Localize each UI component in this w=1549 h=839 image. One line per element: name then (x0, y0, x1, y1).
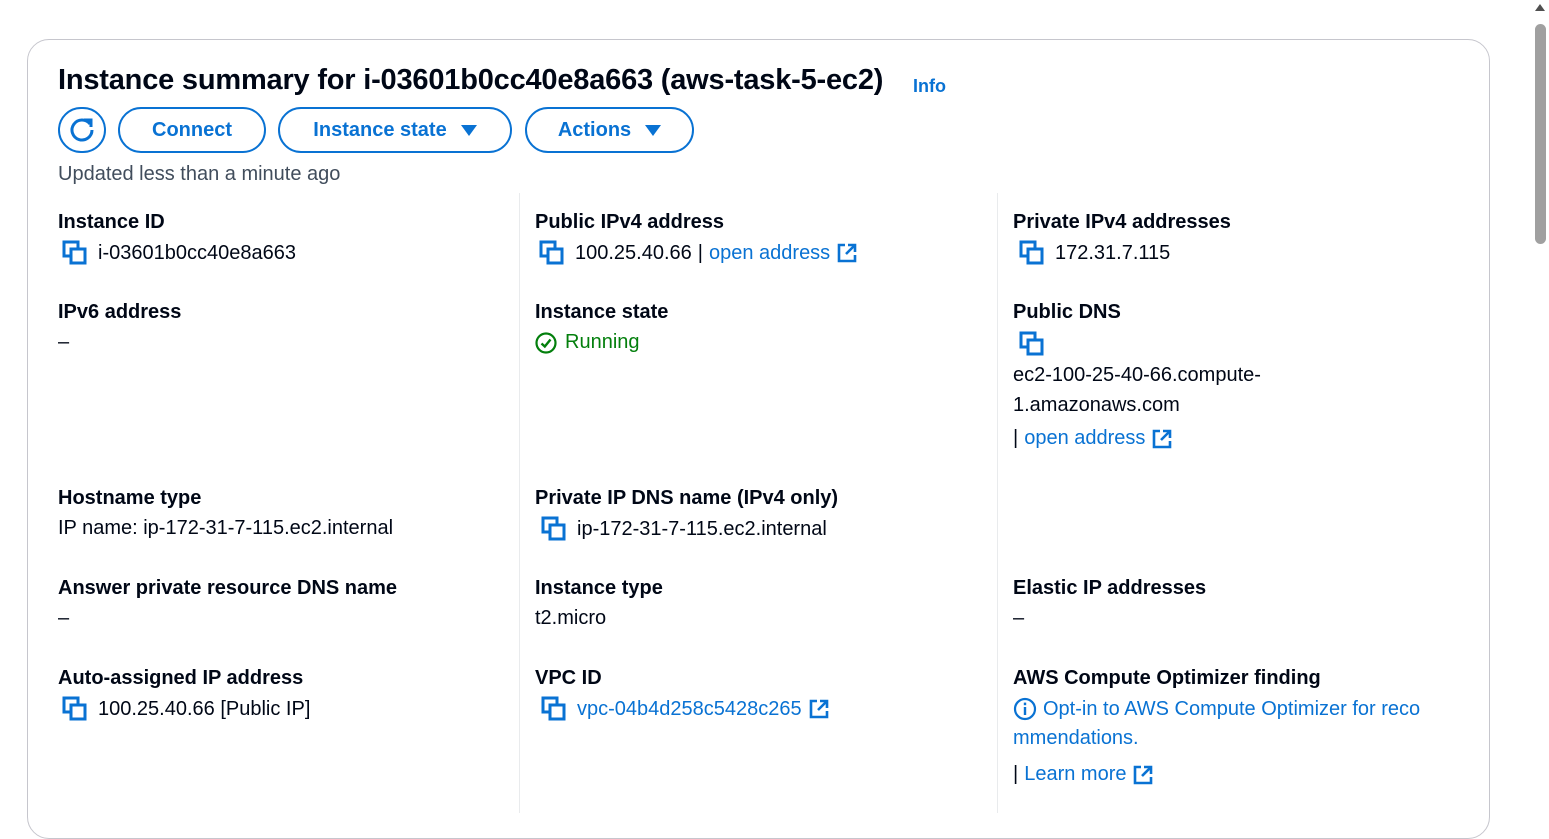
scrollbar[interactable] (1531, 0, 1549, 804)
info-link[interactable]: Info (913, 76, 946, 97)
instance-state-text: Running (565, 331, 640, 353)
hostname-type-label: Hostname type (58, 487, 202, 509)
instance-state-button[interactable]: Instance state (278, 107, 512, 153)
public-dns-copy (1019, 331, 1055, 357)
scrollbar-thumb[interactable] (1535, 24, 1546, 244)
public-dns-label: Public DNS (1013, 301, 1121, 323)
separator: | (697, 241, 703, 264)
info-circle-icon (1013, 697, 1037, 721)
auto-ip-value: 100.25.40.66 [Public IP] (62, 696, 310, 722)
compute-optimizer-line2: mmendations. (1013, 727, 1139, 750)
ipv6-value: – (58, 331, 70, 353)
auto-ip-text: 100.25.40.66 [Public IP] (98, 697, 311, 720)
private-ip-dns-label: Private IP DNS name (IPv4 only) (535, 487, 839, 509)
copy-icon[interactable] (1019, 240, 1045, 266)
public-ipv4-text: 100.25.40.66 (575, 241, 692, 264)
auto-ip-label: Auto-assigned IP address (58, 667, 304, 689)
last-updated-text: Updated less than a minute ago (58, 163, 341, 185)
external-link-icon[interactable] (808, 698, 830, 720)
external-link-icon[interactable] (836, 242, 858, 264)
private-ip-dns-value: ip-172-31-7-115.ec2.internal (541, 516, 827, 542)
instance-state-label: Instance state (535, 301, 669, 323)
hostname-type-value: IP name: ip-172-31-7-115.ec2.internal (58, 517, 394, 539)
public-dns-line1: ec2-100-25-40-66.compute- (1013, 364, 1261, 386)
refresh-button[interactable] (58, 107, 106, 153)
private-ip-dns-text: ip-172-31-7-115.ec2.internal (577, 517, 827, 540)
public-dns-open: | open address (1013, 427, 1173, 450)
column-divider (997, 193, 998, 813)
separator: | (1013, 763, 1019, 785)
open-address-link[interactable]: open address (709, 242, 830, 265)
copy-icon[interactable] (541, 516, 567, 542)
compute-optimizer-label: AWS Compute Optimizer finding (1013, 667, 1321, 689)
caret-down-icon (645, 124, 662, 136)
page-title: Instance summary for i-03601b0cc40e8a663… (58, 64, 884, 96)
ipv6-label: IPv6 address (58, 301, 182, 323)
compute-optimizer-line1: Opt-in to AWS Compute Optimizer for reco (1013, 697, 1420, 721)
copy-icon[interactable] (62, 696, 88, 722)
connect-button[interactable]: Connect (118, 107, 266, 153)
learn-more-link[interactable]: Learn more (1024, 763, 1126, 786)
instance-id-value: i-03601b0cc40e8a663 (62, 240, 296, 266)
public-ipv4-value: 100.25.40.66 | open address (539, 240, 858, 266)
instance-state-button-label: Instance state (313, 118, 447, 141)
copy-icon[interactable] (541, 696, 567, 722)
answer-private-dns-label: Answer private resource DNS name (58, 577, 398, 599)
actions-button-label: Actions (557, 118, 632, 141)
column-divider (519, 193, 520, 813)
instance-id-label: Instance ID (58, 211, 165, 233)
instance-state-value: Running (535, 331, 640, 354)
refresh-icon (70, 118, 94, 142)
elastic-ip-label: Elastic IP addresses (1013, 577, 1207, 599)
instance-type-label: Instance type (535, 577, 663, 599)
copy-icon[interactable] (539, 240, 565, 266)
external-link-icon[interactable] (1151, 428, 1173, 450)
caret-down-icon (460, 124, 477, 136)
opt-in-compute-optimizer-link-cont[interactable]: mmendations. (1013, 727, 1139, 750)
separator: | (1013, 427, 1019, 449)
external-link-icon[interactable] (1132, 764, 1154, 786)
actions-button[interactable]: Actions (525, 107, 694, 153)
private-ipv4-value: 172.31.7.115 (1019, 240, 1170, 266)
opt-in-compute-optimizer-link[interactable]: Opt-in to AWS Compute Optimizer for reco (1043, 698, 1420, 721)
check-circle-icon (535, 331, 557, 354)
copy-icon[interactable] (1019, 331, 1045, 357)
copy-icon[interactable] (62, 240, 88, 266)
learn-more-row: | Learn more (1013, 763, 1154, 786)
scroll-up-icon[interactable] (1535, 4, 1545, 11)
instance-type-value: t2.micro (535, 607, 607, 629)
vpc-id-value: vpc-04b4d258c5428c265 (541, 696, 830, 722)
public-dns-line2: 1.amazonaws.com (1013, 394, 1180, 416)
private-ipv4-text: 172.31.7.115 (1055, 241, 1171, 264)
answer-private-dns-value: – (58, 607, 70, 629)
instance-id-text: i-03601b0cc40e8a663 (98, 241, 296, 264)
open-address-link[interactable]: open address (1024, 427, 1145, 450)
connect-button-label: Connect (152, 118, 232, 141)
private-ipv4-label: Private IPv4 addresses (1013, 211, 1231, 233)
public-ipv4-label: Public IPv4 address (535, 211, 724, 233)
elastic-ip-value: – (1013, 607, 1025, 629)
vpc-id-label: VPC ID (535, 667, 602, 689)
vpc-id-link[interactable]: vpc-04b4d258c5428c265 (577, 698, 802, 721)
